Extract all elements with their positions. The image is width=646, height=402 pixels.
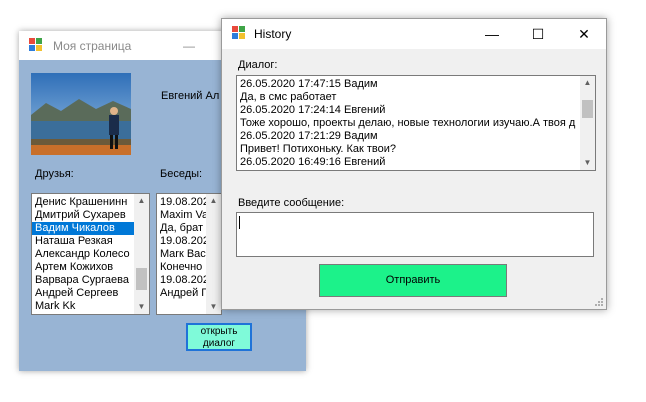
minimize-button[interactable]: — xyxy=(469,19,515,49)
user-name: Евгений Ал xyxy=(161,90,220,102)
history-window: History — ☐ ✕ Диалог: 26.05.2020 17:47:1… xyxy=(221,18,607,310)
dialog-message-line[interactable]: Тоже хорошо, проекты делаю, новые технол… xyxy=(237,117,595,130)
dialog-history[interactable]: 26.05.2020 17:47:15 Вадим Да, в смс работ… xyxy=(236,75,596,171)
app-icon xyxy=(29,38,43,52)
friend-list-item[interactable]: Вадим Чикалов xyxy=(32,222,149,235)
maximize-button[interactable]: ☐ xyxy=(515,19,561,49)
scroll-thumb[interactable] xyxy=(136,268,147,290)
scroll-up-icon[interactable]: ▲ xyxy=(134,194,149,208)
friend-list-item[interactable]: Денис Крашенинн xyxy=(32,196,149,209)
send-button[interactable]: Отправить xyxy=(319,264,507,297)
scroll-up-icon[interactable]: ▲ xyxy=(580,76,595,90)
friend-list-item[interactable]: Дмитрий Сухарев xyxy=(32,209,149,222)
friends-list[interactable]: Денис Крашенинн Дмитрий Сухарев Вадим Чика… xyxy=(31,193,150,315)
conversations-label: Беседы: xyxy=(160,168,203,180)
friend-list-item[interactable]: Андрей Сергеев xyxy=(32,287,149,300)
resize-grip-icon[interactable] xyxy=(594,297,604,307)
scroll-up-icon[interactable]: ▲ xyxy=(206,194,221,208)
friend-list-item[interactable]: Варвара Сургаева xyxy=(32,274,149,287)
dialog-label: Диалог: xyxy=(238,59,278,71)
dialog-message-line[interactable]: 26.05.2020 17:24:14 Евгений xyxy=(237,104,595,117)
window-title: History xyxy=(254,27,292,41)
text-caret xyxy=(239,216,240,229)
dialog-scrollbar[interactable]: ▲ ▼ xyxy=(580,76,595,170)
history-titlebar[interactable]: History — ☐ ✕ xyxy=(222,19,606,49)
window-title: Моя страница xyxy=(53,39,132,53)
dialog-message-line[interactable]: 26.05.2020 17:47:15 Вадим xyxy=(237,78,595,91)
dialog-message-line[interactable]: 26.05.2020 17:21:29 Вадим xyxy=(237,130,595,143)
minimize-button[interactable]: — xyxy=(176,37,202,55)
friends-scrollbar[interactable]: ▲ ▼ xyxy=(134,194,149,314)
friends-label: Друзья: xyxy=(35,168,74,180)
scroll-down-icon[interactable]: ▼ xyxy=(580,156,595,170)
close-button[interactable]: ✕ xyxy=(561,19,607,49)
app-icon xyxy=(232,26,246,40)
friend-list-item[interactable]: Наташа Резкая xyxy=(32,235,149,248)
conversations-scrollbar[interactable]: ▲ ▼ xyxy=(206,194,221,314)
scroll-thumb[interactable] xyxy=(582,100,593,118)
friend-list-item[interactable]: Mark Kk xyxy=(32,300,149,313)
profile-photo xyxy=(31,73,131,155)
message-input-label: Введите сообщение: xyxy=(238,197,345,209)
dialog-message-line[interactable]: Привет! Потихоньку. Как твои? xyxy=(237,143,595,156)
conversations-list[interactable]: 19.08.2020 8 Maxim Vasily Да, брат 19.08.20… xyxy=(156,193,222,315)
dialog-message-line[interactable]: 26.05.2020 16:49:16 Евгений xyxy=(237,156,595,169)
scroll-down-icon[interactable]: ▼ xyxy=(206,300,221,314)
friend-list-item[interactable]: Артем Кожихов xyxy=(32,261,149,274)
message-input[interactable] xyxy=(236,212,594,257)
scroll-down-icon[interactable]: ▼ xyxy=(134,300,149,314)
friend-list-item[interactable]: Александр Колесо xyxy=(32,248,149,261)
dialog-message-line[interactable]: Да, в смс работает xyxy=(237,91,595,104)
open-dialog-button[interactable]: открыть диалог xyxy=(186,323,252,351)
